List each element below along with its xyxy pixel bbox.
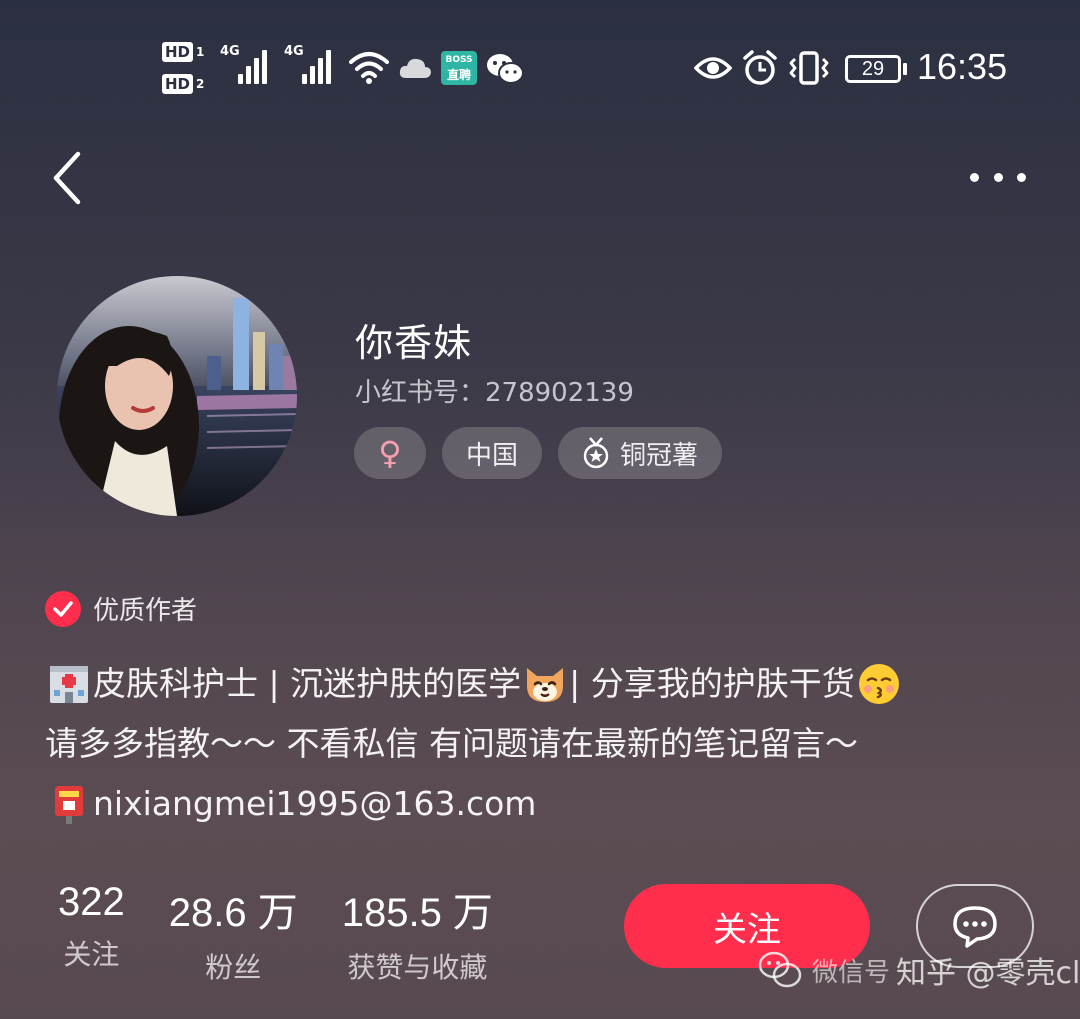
more-dot-icon: [970, 172, 979, 182]
female-icon: ♀: [378, 434, 402, 472]
more-options-button[interactable]: [966, 160, 1030, 194]
gender-tag: ♀: [354, 427, 426, 479]
battery-indicator: 29: [845, 55, 907, 83]
avatar[interactable]: [57, 276, 297, 516]
bio-line-3: nixiangmei1995@163.com: [45, 774, 1045, 834]
postbox-emoji-icon: [55, 786, 83, 824]
stat-following[interactable]: 322 关注: [58, 880, 125, 986]
profile-name: 你香妹: [355, 321, 473, 365]
avatar-photo: [57, 276, 297, 516]
quality-author-badge[interactable]: 优质作者: [45, 590, 197, 627]
profile-stats: 322 关注 28.6 万 粉丝 185.5 万 获赞与收藏: [58, 880, 537, 986]
chevron-left-icon: [53, 151, 81, 205]
medal-icon: [583, 437, 609, 469]
wifi-icon: [349, 52, 389, 84]
stat-followers[interactable]: 28.6 万 粉丝: [169, 880, 298, 986]
kissing-face-emoji-icon: [858, 664, 899, 704]
watermark: 微信号 知乎 @零壳club: [758, 948, 1080, 992]
sim-indicators: HD 1 HD 2: [162, 40, 210, 100]
region-tag: 中国: [442, 427, 543, 479]
cloud-icon: [399, 58, 431, 78]
bio-line-2: 请多多指教～～ 不看私信 有问题请在最新的笔记留言～: [45, 724, 858, 763]
wechat-icon: [487, 54, 524, 84]
watermark-overlay: 微信号: [812, 957, 891, 988]
alarm-icon: [743, 50, 777, 85]
boss-app-icon: BOSS 直聘: [441, 51, 477, 85]
bio-line-1: 皮肤科护士 | 沉迷护肤的医学 | 分享我的护肤干货: [45, 654, 1045, 714]
chat-bubble-icon: [953, 906, 997, 948]
profile-bio: 皮肤科护士 | 沉迷护肤的医学 | 分享我的护肤干货 请多多指教～～ 不看私信 …: [45, 654, 1045, 834]
wechat-watermark-icon: [758, 951, 802, 988]
eye-icon: [694, 57, 732, 79]
signal-1-icon: 4G: [220, 44, 267, 84]
profile-tags: ♀ 中国 铜冠薯: [354, 427, 723, 479]
more-dot-icon: [1017, 172, 1026, 182]
watermark-text: 知乎 @零壳club: [896, 956, 1080, 991]
stat-likes-collections[interactable]: 185.5 万 获赞与收藏: [342, 880, 493, 986]
more-dot-icon: [993, 172, 1003, 182]
level-tag[interactable]: 铜冠薯: [558, 427, 723, 479]
bio-email[interactable]: nixiangmei1995@163.com: [93, 774, 536, 834]
sim1-hd-badge: HD 1: [162, 40, 210, 64]
sim2-hd-badge: HD 2: [162, 72, 210, 96]
vibrate-icon: [789, 51, 829, 85]
check-badge-icon: [45, 590, 81, 627]
signal-2-icon: 4G: [284, 44, 331, 84]
back-button[interactable]: [48, 148, 88, 208]
status-bar: HD 1 HD 2 4G 4G BOSS 直聘 29 16:35: [0, 0, 1080, 140]
red-id: 小红书号：278902139: [355, 378, 634, 408]
hospital-emoji-icon: [50, 666, 88, 703]
dog-emoji-icon: [527, 668, 564, 702]
status-clock: 16:35: [917, 46, 1008, 87]
